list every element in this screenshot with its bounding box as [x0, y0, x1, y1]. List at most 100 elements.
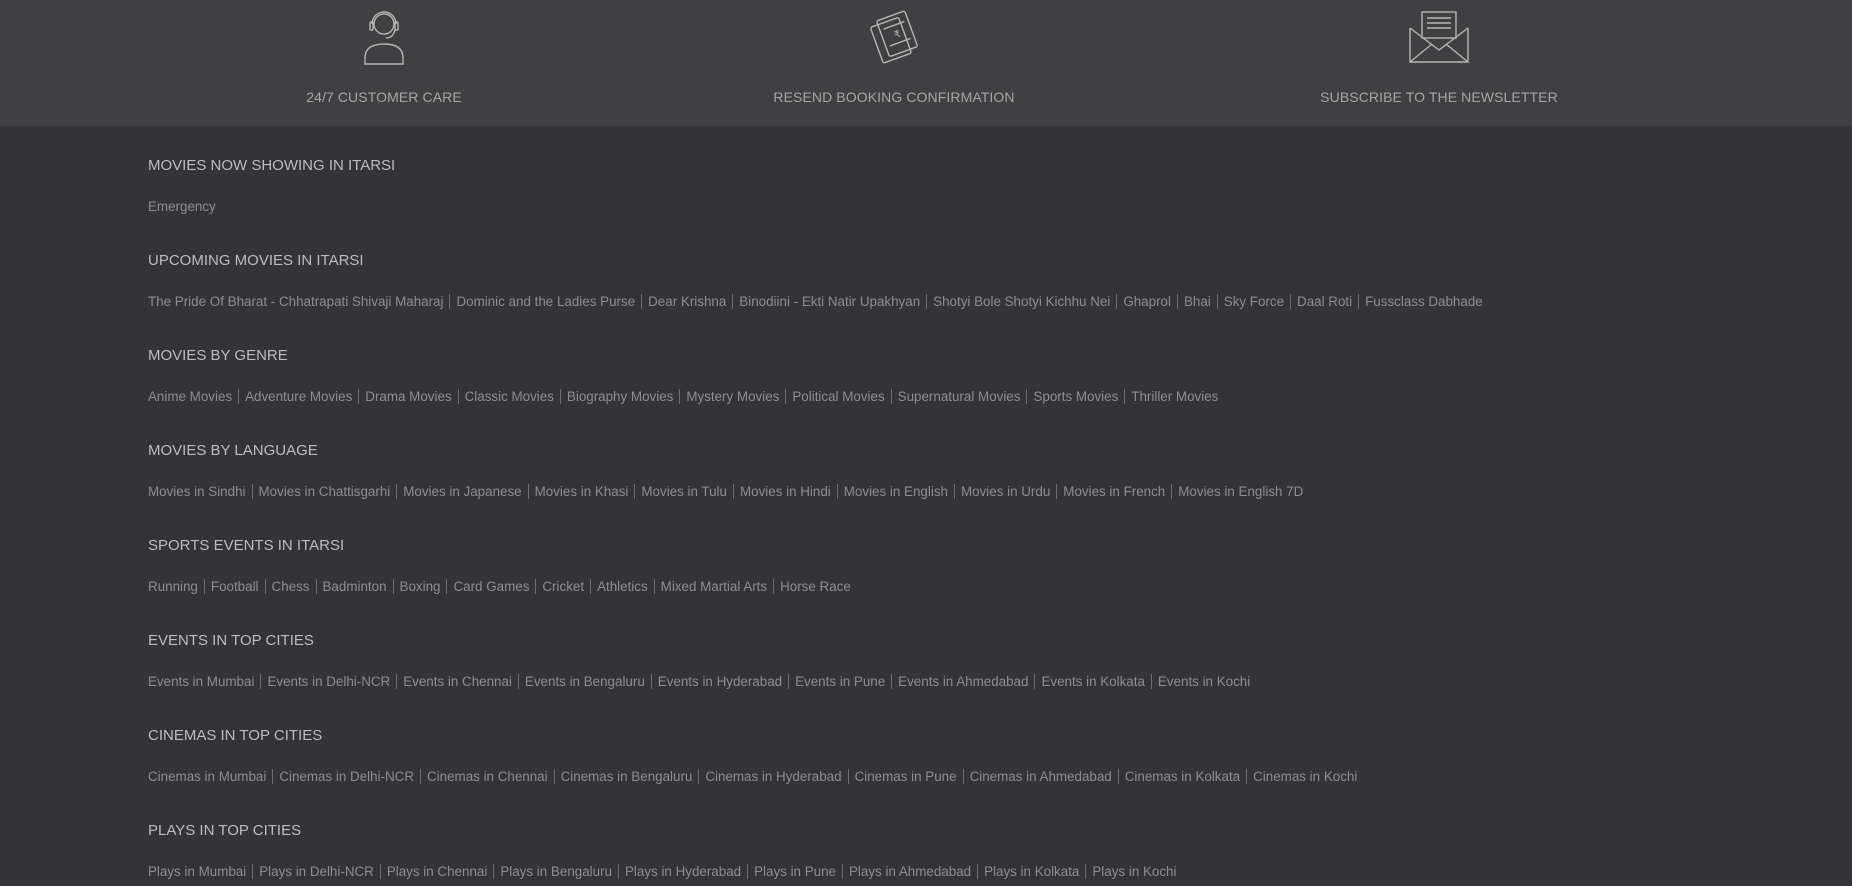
footer-link[interactable]: Dominic and the Ladies Purse	[449, 294, 641, 309]
footer-link[interactable]: Supernatural Movies	[890, 389, 1027, 404]
footer-link[interactable]: Plays in Hyderabad	[617, 864, 747, 879]
footer-link[interactable]: Chess	[264, 579, 316, 594]
section-heading: MOVIES BY LANGUAGE	[148, 442, 318, 459]
section-heading: MOVIES NOW SHOWING IN ITARSI	[148, 157, 396, 174]
footer-link[interactable]: Cricket	[535, 579, 590, 594]
footer-link[interactable]: Movies in French	[1056, 484, 1171, 499]
section-heading: EVENTS IN TOP CITIES	[148, 632, 314, 649]
footer-link[interactable]: Cinemas in Mumbai	[148, 769, 272, 784]
footer-link[interactable]: Events in Kochi	[1150, 674, 1256, 689]
footer-link[interactable]: Plays in Chennai	[379, 864, 494, 879]
newsletter-feature[interactable]: SUBSCRIBE TO THE NEWSLETTER	[1239, 0, 1639, 126]
footer-link[interactable]: Bhai	[1176, 294, 1217, 309]
section-links: Movies in Sindhi Movies in Chattisgarhi Mo…	[148, 483, 1309, 501]
ticket-icon: ₹	[863, 6, 925, 68]
footer-link[interactable]: Plays in Kochi	[1085, 864, 1182, 879]
customer-care-icon	[353, 6, 415, 68]
footer-link[interactable]: Events in Mumbai	[148, 674, 260, 689]
section-links: The Pride Of Bharat - Chhatrapati Shivaj…	[148, 293, 1489, 311]
footer-link[interactable]: Badminton	[315, 579, 393, 594]
footer-link[interactable]: Adventure Movies	[238, 389, 358, 404]
footer-link[interactable]: Cinemas in Kochi	[1246, 769, 1363, 784]
footer-link[interactable]: Plays in Bengaluru	[493, 864, 618, 879]
footer-link[interactable]: Thriller Movies	[1124, 389, 1224, 404]
footer-link[interactable]: Movies in Japanese	[396, 484, 527, 499]
footer-link[interactable]: Movies in English	[836, 484, 954, 499]
section-links: Emergency	[148, 198, 222, 216]
section-plays-cities: PLAYS IN TOP CITIES Plays in Mumbai Plays…	[148, 791, 1748, 886]
footer-link[interactable]: Mystery Movies	[679, 389, 785, 404]
footer-link[interactable]: Cinemas in Ahmedabad	[962, 769, 1118, 784]
footer-link[interactable]: Cinemas in Pune	[847, 769, 963, 784]
footer-link[interactable]: Biography Movies	[559, 389, 679, 404]
section-events-cities: EVENTS IN TOP CITIES Events in Mumbai Eve…	[148, 601, 1748, 696]
footer-link[interactable]: Events in Delhi-NCR	[260, 674, 396, 689]
footer-link[interactable]: Events in Bengaluru	[517, 674, 651, 689]
footer-link[interactable]: Movies in Hindi	[732, 484, 837, 499]
footer-link[interactable]: Athletics	[590, 579, 654, 594]
footer-link[interactable]: Cinemas in Hyderabad	[698, 769, 847, 784]
section-upcoming: UPCOMING MOVIES IN ITARSI The Pride Of B…	[148, 221, 1748, 316]
footer-link[interactable]: Sky Force	[1216, 294, 1290, 309]
svg-text:₹: ₹	[893, 29, 903, 42]
section-links: Running Football Chess Badminton Boxing Card …	[148, 578, 857, 596]
footer-link[interactable]: The Pride Of Bharat - Chhatrapati Shivaj…	[148, 294, 449, 309]
section-links: Plays in Mumbai Plays in Delhi-NCR Plays i…	[148, 863, 1182, 881]
section-heading: PLAYS IN TOP CITIES	[148, 822, 302, 839]
footer-link[interactable]: Card Games	[446, 579, 535, 594]
footer-link[interactable]: Boxing	[392, 579, 447, 594]
section-links: Events in Mumbai Events in Delhi-NCR Event…	[148, 673, 1256, 691]
footer-link[interactable]: Cinemas in Chennai	[420, 769, 554, 784]
footer-link[interactable]: Events in Ahmedabad	[891, 674, 1034, 689]
resend-booking-label: RESEND BOOKING CONFIRMATION	[773, 89, 1015, 105]
footer-link[interactable]: Horse Race	[773, 579, 857, 594]
footer-link[interactable]: Events in Hyderabad	[650, 674, 788, 689]
customer-care-label: 24/7 CUSTOMER CARE	[306, 89, 462, 105]
footer-link[interactable]: Plays in Kolkata	[977, 864, 1085, 879]
footer-link[interactable]: Emergency	[148, 199, 222, 214]
footer-link[interactable]: Dear Krishna	[641, 294, 732, 309]
section-language: MOVIES BY LANGUAGE Movies in Sindhi Movie…	[148, 411, 1748, 506]
section-heading: SPORTS EVENTS IN ITARSI	[148, 537, 345, 554]
section-heading: CINEMAS IN TOP CITIES	[148, 727, 323, 744]
footer-link[interactable]: Cinemas in Kolkata	[1117, 769, 1246, 784]
customer-care-feature[interactable]: 24/7 CUSTOMER CARE	[184, 0, 584, 126]
footer-link[interactable]: Movies in Sindhi	[148, 484, 252, 499]
footer-features-bar: 24/7 CUSTOMER CARE ₹ RESEND BOOKING CONF…	[0, 0, 1852, 126]
footer-link[interactable]: Shotyi Bole Shotyi Kichhu Nei	[926, 294, 1116, 309]
footer-link[interactable]: Running	[148, 579, 204, 594]
footer-link[interactable]: Political Movies	[785, 389, 890, 404]
footer-link[interactable]: Fussclass Dabhade	[1358, 294, 1489, 309]
footer-link[interactable]: Drama Movies	[358, 389, 457, 404]
footer-link[interactable]: Cinemas in Delhi-NCR	[272, 769, 420, 784]
footer-link[interactable]: Plays in Ahmedabad	[842, 864, 977, 879]
footer-link[interactable]: Movies in Khasi	[527, 484, 635, 499]
section-genre: MOVIES BY GENRE Anime Movies Adventure Mo…	[148, 316, 1748, 411]
footer-link[interactable]: Plays in Mumbai	[148, 864, 252, 879]
footer-link[interactable]: Classic Movies	[457, 389, 560, 404]
newsletter-label: SUBSCRIBE TO THE NEWSLETTER	[1320, 89, 1558, 105]
footer-link[interactable]: Ghaprol	[1116, 294, 1177, 309]
footer-link[interactable]: Football	[203, 579, 265, 594]
footer-link[interactable]: Movies in English 7D	[1171, 484, 1309, 499]
footer-link[interactable]: Binodiini - Ekti Natir Upakhyan	[732, 294, 926, 309]
footer-link[interactable]: Movies in Chattisgarhi	[251, 484, 397, 499]
footer-link[interactable]: Sports Movies	[1026, 389, 1124, 404]
section-now-showing: MOVIES NOW SHOWING IN ITARSI Emergency	[148, 126, 1748, 221]
footer-link[interactable]: Cinemas in Bengaluru	[553, 769, 699, 784]
section-links: Cinemas in Mumbai Cinemas in Delhi-NCR Cin…	[148, 768, 1363, 786]
footer-link[interactable]: Movies in Tulu	[634, 484, 733, 499]
footer-link[interactable]: Mixed Martial Arts	[653, 579, 773, 594]
footer-link[interactable]: Plays in Delhi-NCR	[252, 864, 380, 879]
section-links: Anime Movies Adventure Movies Drama Movies…	[148, 388, 1224, 406]
footer-link[interactable]: Daal Roti	[1290, 294, 1358, 309]
footer-link[interactable]: Events in Chennai	[396, 674, 518, 689]
section-heading: MOVIES BY GENRE	[148, 347, 288, 364]
footer-link[interactable]: Events in Pune	[788, 674, 891, 689]
footer-link[interactable]: Plays in Pune	[747, 864, 842, 879]
resend-booking-feature[interactable]: ₹ RESEND BOOKING CONFIRMATION	[694, 0, 1094, 126]
footer-link[interactable]: Anime Movies	[148, 389, 238, 404]
section-heading: UPCOMING MOVIES IN ITARSI	[148, 252, 364, 269]
footer-link[interactable]: Movies in Urdu	[953, 484, 1056, 499]
footer-link[interactable]: Events in Kolkata	[1034, 674, 1150, 689]
